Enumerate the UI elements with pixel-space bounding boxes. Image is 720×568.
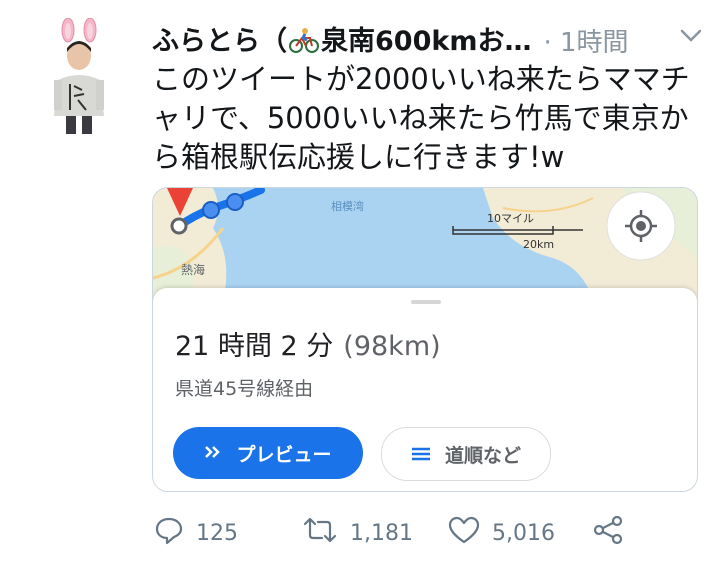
route-duration: 21 時間 2 分 (98km) [175, 324, 441, 363]
map-label-sea: 相模湾 [331, 199, 364, 213]
steps-button[interactable]: 道順など [381, 427, 551, 481]
share-button[interactable] [592, 512, 636, 554]
preview-button[interactable]: プレビュー [173, 427, 363, 479]
retweet-button[interactable]: 1,181 [302, 512, 413, 554]
map-scale-miles: 10マイル [487, 212, 534, 225]
preview-label: プレビュー [236, 443, 332, 466]
chevron-down-icon[interactable] [680, 28, 702, 47]
reply-count: 125 [196, 520, 238, 546]
avatar[interactable] [38, 17, 122, 136]
bicycle-icon [289, 26, 319, 61]
reply-icon [154, 515, 196, 551]
steps-label: 道順など [444, 444, 521, 467]
directions-sheet: 21 時間 2 分 (98km) 県道45号線経由 プレビュー 道順など [153, 288, 697, 491]
like-icon [448, 515, 492, 551]
distance-text: (98km) [343, 331, 441, 362]
route-via: 県道45号線経由 [175, 378, 314, 400]
map-label-town: 熱海 [181, 262, 205, 277]
like-button[interactable]: 5,016 [448, 512, 555, 554]
retweet-icon [302, 515, 350, 551]
map-card[interactable]: 熱海 相模湾 10マイル 20km 21 時間 2 分 (98km) 県道45号線… [152, 187, 698, 492]
map-scale-km: 20km [523, 238, 554, 251]
tweet-actions: 125 1,181 5,016 [152, 512, 692, 554]
duration-text: 21 時間 2 分 [175, 331, 334, 362]
drag-handle[interactable] [411, 300, 441, 304]
like-count: 5,016 [492, 520, 555, 546]
retweet-count: 1,181 [350, 520, 413, 546]
share-icon [592, 515, 636, 551]
list-icon [411, 447, 431, 461]
author-name[interactable]: ふらとら（ 泉南600kmお… [152, 19, 531, 61]
my-location-button[interactable] [591, 188, 691, 268]
tweet-header: ふらとら（ 泉南600kmお… · 1時間 [152, 20, 712, 60]
tweet-text: このツイートが2000いいね来たらママチャリで、5000いいね来たら竹馬で東京か… [152, 62, 690, 174]
reply-button[interactable]: 125 [154, 512, 238, 554]
chevrons-right-icon [204, 442, 222, 464]
tweet-timestamp[interactable]: · 1時間 [543, 22, 628, 59]
